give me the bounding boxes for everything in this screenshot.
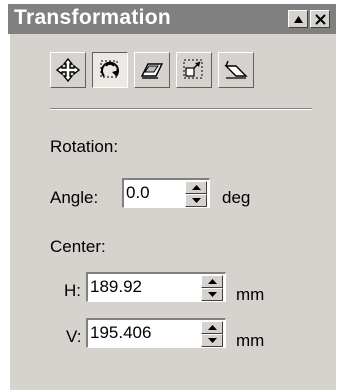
spin-up-icon [208, 279, 217, 284]
v-increment-button[interactable] [201, 321, 223, 334]
h-decrement-button[interactable] [201, 288, 223, 301]
skew-tool-button[interactable] [218, 52, 254, 88]
spin-up-icon [192, 185, 201, 190]
angle-decrement-button[interactable] [185, 194, 207, 207]
size-icon [183, 59, 203, 79]
transformation-docker: Transformation Rotation: Angle: 0.0 deg … [8, 4, 336, 390]
title-bar[interactable]: Transformation [8, 4, 336, 34]
h-field [86, 272, 226, 302]
h-spinner [201, 275, 223, 301]
h-label: H: [64, 281, 81, 300]
scale-mirror-tool-button[interactable] [134, 52, 170, 88]
angle-input[interactable] [126, 182, 186, 204]
spin-down-icon [208, 292, 217, 297]
position-tool-button[interactable] [50, 52, 86, 88]
h-unit-label: mm [236, 285, 265, 304]
close-button[interactable] [310, 10, 330, 28]
spin-up-icon [208, 325, 217, 330]
angle-field [122, 178, 210, 208]
window-title: Transformation [14, 6, 172, 29]
h-input[interactable] [90, 276, 190, 298]
toolbar-separator [50, 108, 312, 110]
rotation-section-label: Rotation: [50, 137, 119, 156]
rotation-tool-button[interactable] [92, 52, 128, 88]
v-label: V: [66, 327, 82, 346]
angle-spinner [185, 181, 207, 207]
center-section-label: Center: [50, 237, 106, 256]
scale-mirror-icon [140, 63, 164, 79]
close-icon [315, 14, 326, 25]
size-tool-button[interactable] [176, 52, 212, 88]
angle-unit-label: deg [222, 188, 251, 207]
angle-label: Angle: [50, 188, 99, 207]
spin-down-icon [192, 198, 201, 203]
angle-increment-button[interactable] [185, 181, 207, 194]
skew-icon [224, 60, 248, 79]
v-field [86, 318, 226, 348]
dock-toggle-button[interactable] [288, 10, 308, 28]
rotate-icon [100, 60, 119, 78]
triangle-up-icon [294, 16, 303, 23]
v-decrement-button[interactable] [201, 334, 223, 347]
transformation-panel: Rotation: Angle: deg Center: H: [8, 34, 336, 390]
transform-toolbar [50, 52, 260, 92]
h-increment-button[interactable] [201, 275, 223, 288]
move-arrows-icon [55, 57, 81, 83]
v-input[interactable] [90, 322, 190, 344]
v-unit-label: mm [236, 331, 265, 350]
v-spinner [201, 321, 223, 347]
spin-down-icon [208, 338, 217, 343]
